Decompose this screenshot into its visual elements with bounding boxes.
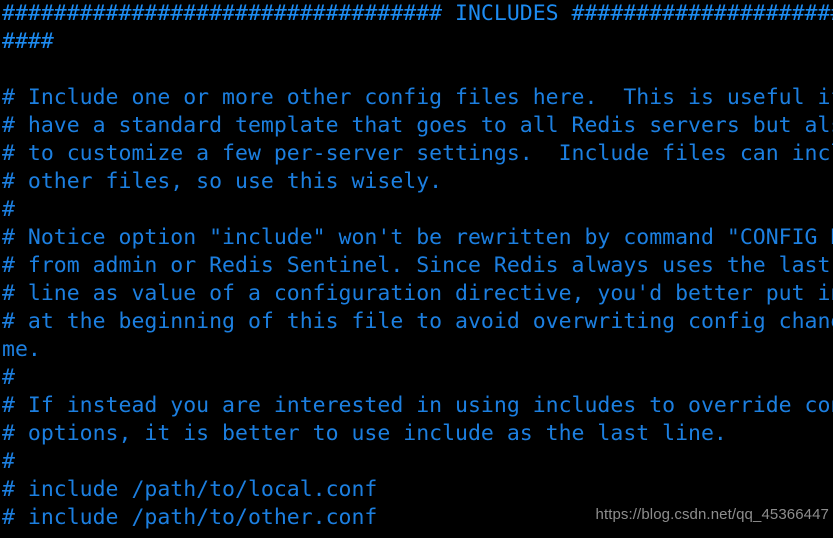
config-line-comment-empty-3: # [2, 449, 15, 474]
config-line-include-local: # include /path/to/local.conf [2, 477, 378, 502]
config-line-rule-includes: ################################## INCLU… [2, 1, 833, 26]
config-line-comment-3: # to customize a few per-server settings… [2, 141, 833, 166]
config-line-comment-empty-2: # [2, 365, 15, 390]
terminal-screen: ################################## INCLU… [0, 0, 833, 538]
config-line-wrap-1: me. [2, 337, 41, 362]
config-line-comment-7: # line as value of a configuration direc… [2, 281, 833, 306]
config-line-rule-continuation: #### [2, 29, 54, 54]
config-file-text-view[interactable]: ################################## INCLU… [0, 0, 833, 538]
blog-watermark: https://blog.csdn.net/qq_45366447 [595, 506, 829, 523]
config-line-comment-empty-1: # [2, 197, 15, 222]
config-line-comment-8: # at the beginning of this file to avoid… [2, 309, 833, 334]
config-line-comment-5: # Notice option "include" won't be rewri… [2, 225, 833, 250]
config-line-comment-2: # have a standard template that goes to … [2, 113, 833, 138]
config-line-blank-1 [0, 56, 833, 84]
config-line-comment-9: # If instead you are interested in using… [2, 393, 833, 418]
config-line-comment-1: # Include one or more other config files… [2, 85, 833, 110]
config-line-comment-6: # from admin or Redis Sentinel. Since Re… [2, 253, 833, 278]
config-line-comment-4: # other files, so use this wisely. [2, 169, 443, 194]
config-line-comment-10: # options, it is better to use include a… [2, 421, 727, 446]
